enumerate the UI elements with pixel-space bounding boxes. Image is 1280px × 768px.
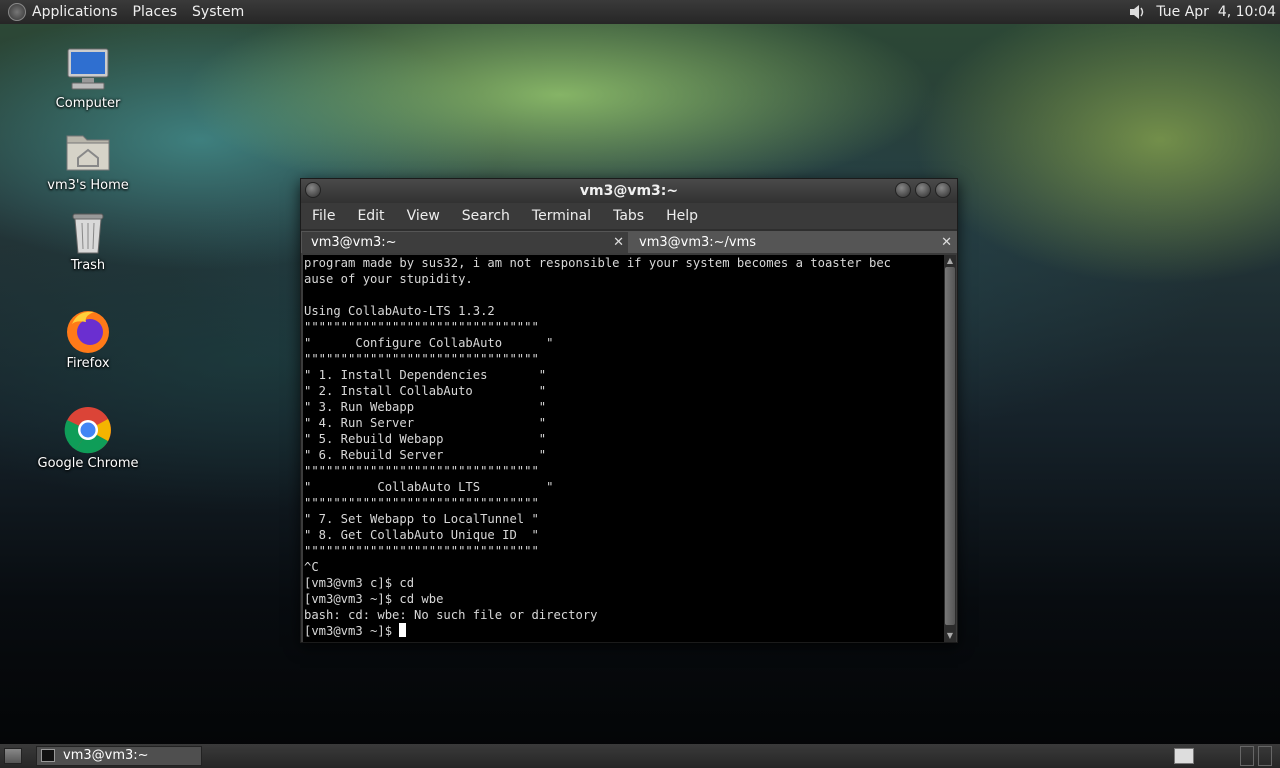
trash-icon xyxy=(64,208,112,256)
desktop-icon-home[interactable]: vm3's Home xyxy=(33,128,143,193)
maximize-button[interactable] xyxy=(915,182,931,198)
desktop-icon-label: Computer xyxy=(55,96,121,111)
menu-edit[interactable]: Edit xyxy=(346,208,395,224)
system-menu[interactable]: System xyxy=(192,4,244,20)
tab-close-icon[interactable]: ✕ xyxy=(941,232,952,254)
close-button[interactable] xyxy=(935,182,951,198)
computer-icon xyxy=(64,46,112,94)
desktop-icon-label: Trash xyxy=(70,258,106,273)
scrollbar-thumb[interactable] xyxy=(945,267,955,625)
gnome-foot-icon[interactable] xyxy=(8,3,26,21)
menu-tabs[interactable]: Tabs xyxy=(602,208,655,224)
window-titlebar[interactable]: vm3@vm3:~ xyxy=(301,179,957,203)
firefox-icon xyxy=(64,306,112,354)
terminal-icon xyxy=(41,749,55,762)
desktop-icon-label: Google Chrome xyxy=(37,456,139,471)
desktop-icon-trash[interactable]: Trash xyxy=(33,208,143,273)
menu-help[interactable]: Help xyxy=(655,208,709,224)
menu-terminal[interactable]: Terminal xyxy=(521,208,602,224)
terminal-output: program made by sus32, i am not responsi… xyxy=(304,256,891,622)
terminal-scrollbar[interactable]: ▲ ▼ xyxy=(944,255,956,642)
tab-home[interactable]: vm3@vm3:~ ✕ xyxy=(301,231,629,253)
menu-view[interactable]: View xyxy=(396,208,451,224)
applications-menu[interactable]: Applications xyxy=(32,4,118,20)
menu-file[interactable]: File xyxy=(301,208,346,224)
text-cursor xyxy=(399,623,407,637)
taskbar-terminal-button[interactable]: vm3@vm3:~ xyxy=(36,746,202,766)
panel-trash-applet[interactable] xyxy=(1258,746,1272,766)
tab-close-icon[interactable]: ✕ xyxy=(613,232,624,254)
show-desktop-icon[interactable] xyxy=(4,748,22,764)
terminal-window: vm3@vm3:~ File Edit View Search Terminal… xyxy=(300,178,958,643)
home-folder-icon xyxy=(64,128,112,176)
taskbar-label: vm3@vm3:~ xyxy=(63,748,149,763)
clock[interactable]: Tue Apr 4, 10:04 xyxy=(1156,4,1276,20)
terminal-menubar: File Edit View Search Terminal Tabs Help xyxy=(301,203,957,229)
volume-icon[interactable] xyxy=(1128,3,1146,21)
window-menu-button[interactable] xyxy=(305,182,321,198)
scroll-down-arrow-icon[interactable]: ▼ xyxy=(944,630,956,642)
top-panel: Applications Places System Tue Apr 4, 10… xyxy=(0,0,1280,24)
tab-label: vm3@vm3:~/vms xyxy=(639,235,757,250)
bottom-panel: vm3@vm3:~ xyxy=(0,744,1280,768)
minimize-button[interactable] xyxy=(895,182,911,198)
tab-vms[interactable]: vm3@vm3:~/vms ✕ xyxy=(629,231,957,253)
desktop-icon-label: Firefox xyxy=(66,356,110,371)
workspace-switcher[interactable] xyxy=(1174,748,1194,764)
menu-search[interactable]: Search xyxy=(451,208,521,224)
scroll-up-arrow-icon[interactable]: ▲ xyxy=(944,255,956,267)
tab-label: vm3@vm3:~ xyxy=(311,235,397,250)
desktop-icon-chrome[interactable]: Google Chrome xyxy=(33,406,143,471)
desktop-icon-label: vm3's Home xyxy=(47,178,129,193)
desktop-icon-firefox[interactable]: Firefox xyxy=(33,306,143,371)
desktop-icon-computer[interactable]: Computer xyxy=(33,46,143,111)
places-menu[interactable]: Places xyxy=(133,4,178,20)
chrome-icon xyxy=(64,406,112,454)
panel-handle[interactable] xyxy=(1240,746,1254,766)
terminal-prompt: [vm3@vm3 ~]$ xyxy=(304,624,400,638)
top-panel-tray: Tue Apr 4, 10:04 xyxy=(1128,0,1276,24)
terminal-tabs: vm3@vm3:~ ✕ vm3@vm3:~/vms ✕ xyxy=(301,229,957,253)
window-title: vm3@vm3:~ xyxy=(579,183,679,199)
terminal-output-area[interactable]: program made by sus32, i am not responsi… xyxy=(303,255,945,642)
